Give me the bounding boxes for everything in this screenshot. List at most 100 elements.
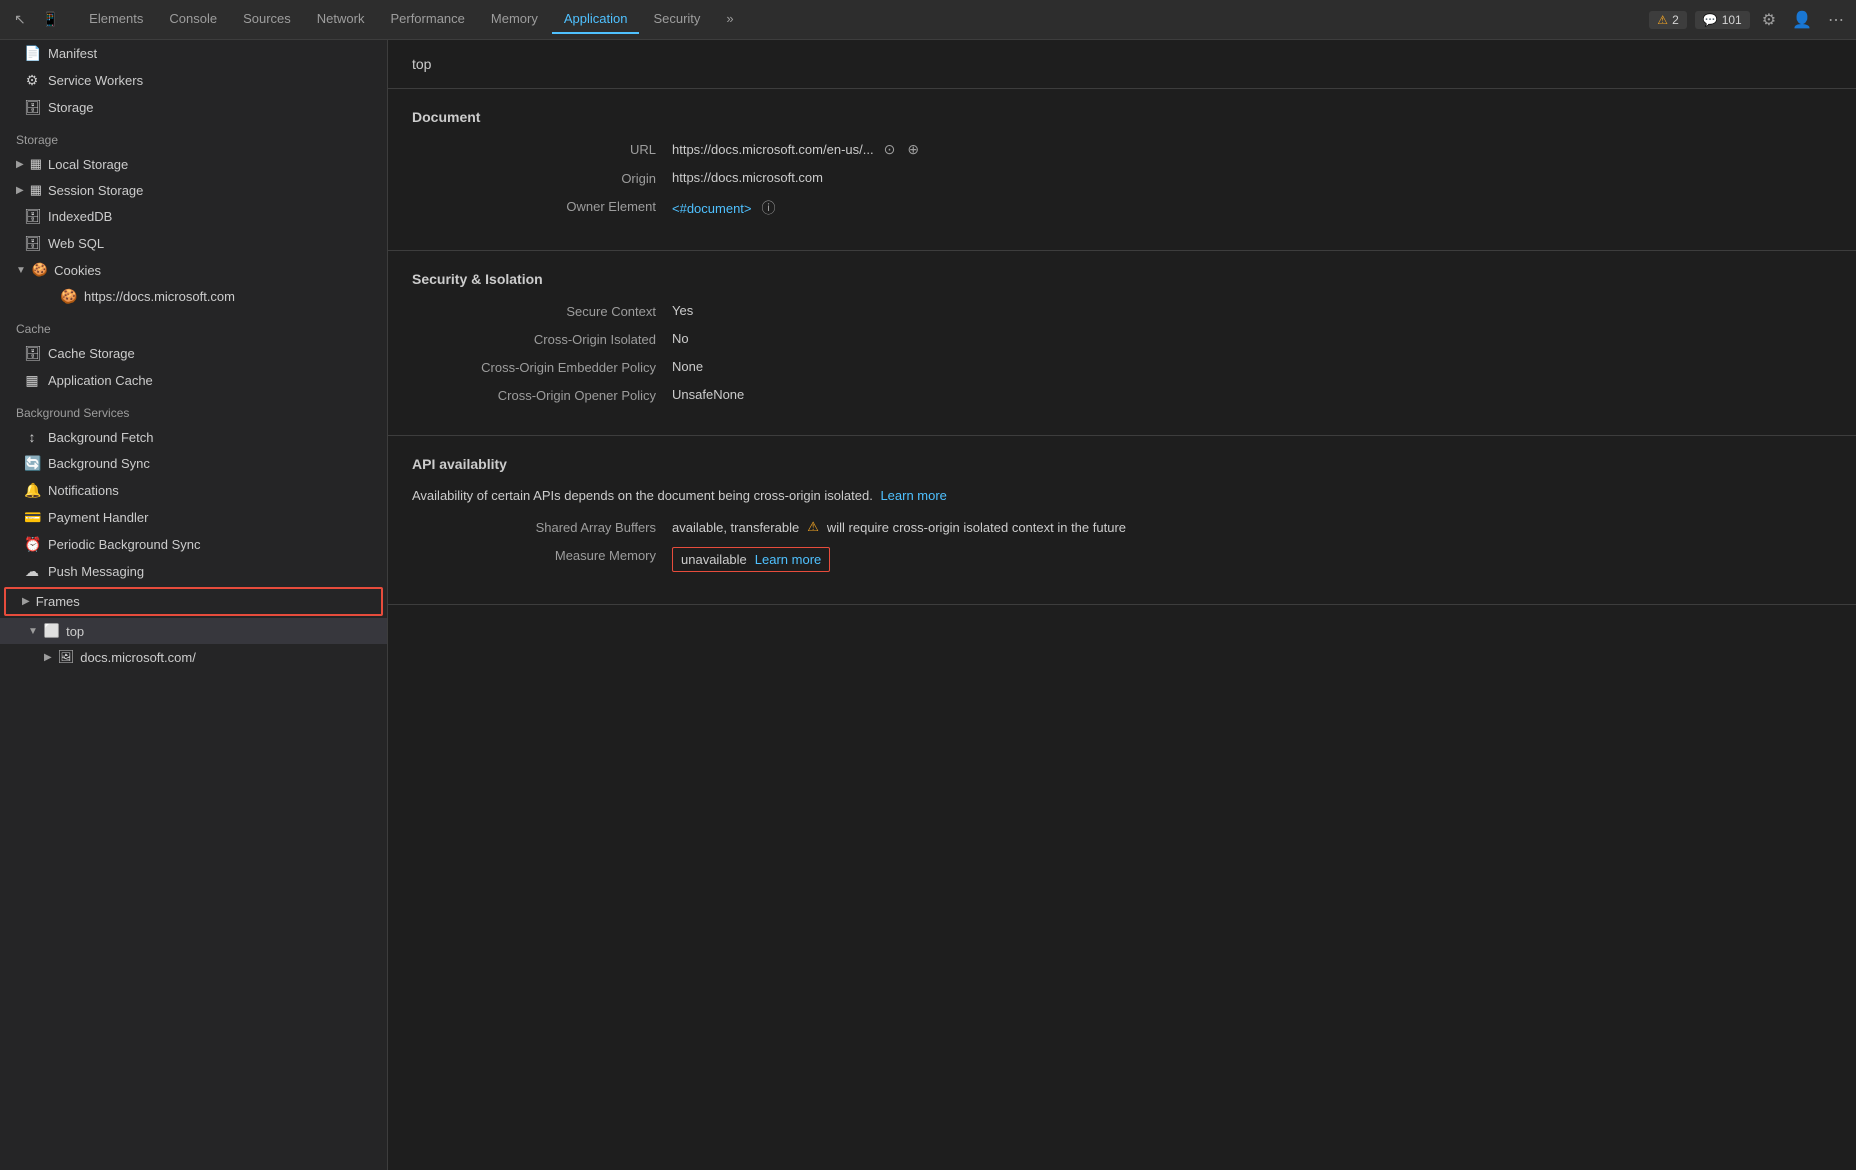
more-button[interactable]: ⋯ <box>1824 6 1848 34</box>
tab-console[interactable]: Console <box>157 5 229 34</box>
sidebar-label-local-storage: Local Storage <box>48 157 128 172</box>
tab-network[interactable]: Network <box>305 5 377 34</box>
sidebar: 📄 Manifest ⚙ Service Workers 🗄 Storage S… <box>0 40 388 1170</box>
url-row: URL https://docs.microsoft.com/en-us/...… <box>412 141 1832 158</box>
cross-origin-isolated-row: Cross-Origin Isolated No <box>412 331 1832 347</box>
periodic-bg-sync-icon: ⏰ <box>24 536 40 553</box>
cross-origin-embedder-row: Cross-Origin Embedder Policy None <box>412 359 1832 375</box>
cookies-chevron: ▼ <box>16 265 26 276</box>
page-title: top <box>412 56 431 72</box>
session-storage-icon: ▦ <box>30 182 42 198</box>
cross-origin-opener-label: Cross-Origin Opener Policy <box>412 387 672 403</box>
sidebar-item-background-fetch[interactable]: ↕ Background Fetch <box>0 424 387 450</box>
sidebar-label-push-messaging: Push Messaging <box>48 564 144 579</box>
api-learn-more-link[interactable]: Learn more <box>880 488 946 503</box>
sidebar-item-cookies[interactable]: ▼ 🍪 Cookies <box>0 257 387 283</box>
sidebar-item-background-sync[interactable]: 🔄 Background Sync <box>0 450 387 477</box>
cross-origin-opener-value: UnsafeNone <box>672 387 744 402</box>
url-open-icon[interactable]: ⊕ <box>905 141 921 158</box>
toolbar-right: ⚠ 2 💬 101 ⚙ 👤 ⋯ <box>1649 6 1848 34</box>
sidebar-label-service-workers: Service Workers <box>48 73 143 88</box>
measure-memory-value: unavailable Learn more <box>672 547 830 572</box>
sidebar-label-cache-storage: Cache Storage <box>48 346 135 361</box>
sidebar-item-indexeddb[interactable]: 🗄 IndexedDB <box>0 203 387 230</box>
sidebar-item-push-messaging[interactable]: ☁ Push Messaging <box>0 558 387 585</box>
api-section: API availablity Availability of certain … <box>388 436 1856 605</box>
secure-context-row: Secure Context Yes <box>412 303 1832 319</box>
sidebar-item-service-workers[interactable]: ⚙ Service Workers <box>0 67 387 94</box>
frames-top-label: top <box>66 624 84 639</box>
shared-buffers-value: available, transferable ⚠ will require c… <box>672 519 1126 535</box>
owner-value: <#document> ⓘ <box>672 198 778 218</box>
tab-performance[interactable]: Performance <box>378 5 476 34</box>
owner-info-icon[interactable]: ⓘ <box>760 198 778 218</box>
measure-memory-link[interactable]: Learn more <box>755 552 821 567</box>
owner-link[interactable]: <#document> <box>672 201 752 216</box>
security-section: Security & Isolation Secure Context Yes … <box>388 251 1856 436</box>
frames-sub-item[interactable]: ▶ 🖼 docs.microsoft.com/ <box>0 644 387 670</box>
measure-memory-label: Measure Memory <box>412 547 672 563</box>
sidebar-label-session-storage: Session Storage <box>48 183 143 198</box>
local-storage-icon: ▦ <box>30 156 42 172</box>
tab-elements[interactable]: Elements <box>77 5 155 34</box>
messages-icon: 💬 <box>1703 13 1718 27</box>
cache-storage-icon: 🗄 <box>24 345 40 362</box>
sidebar-label-manifest: Manifest <box>48 46 97 61</box>
messages-badge[interactable]: 💬 101 <box>1695 11 1750 29</box>
sidebar-label-web-sql: Web SQL <box>48 236 104 251</box>
measure-memory-status: unavailable <box>681 552 747 567</box>
profile-button[interactable]: 👤 <box>1788 6 1816 34</box>
tab-application[interactable]: Application <box>552 5 640 34</box>
url-copy-icon[interactable]: ⊙ <box>882 141 898 158</box>
content: top Document URL https://docs.microsoft.… <box>388 40 1856 1170</box>
manifest-icon: 📄 <box>24 45 40 62</box>
frames-top-item[interactable]: ▼ ⬜ top <box>0 618 387 644</box>
owner-row: Owner Element <#document> ⓘ <box>412 198 1832 218</box>
sidebar-item-session-storage[interactable]: ▶ ▦ Session Storage <box>0 177 387 203</box>
toolbar: ↖ 📱 Elements Console Sources Network Per… <box>0 0 1856 40</box>
sidebar-item-application-cache[interactable]: ▦ Application Cache <box>0 367 387 394</box>
service-workers-icon: ⚙ <box>24 72 40 89</box>
settings-button[interactable]: ⚙ <box>1758 6 1780 34</box>
indexeddb-icon: 🗄 <box>24 208 40 225</box>
sidebar-label-storage: Storage <box>48 100 94 115</box>
device-icon[interactable]: 📱 <box>36 7 65 32</box>
sidebar-label-periodic-bg-sync: Periodic Background Sync <box>48 537 200 552</box>
web-sql-icon: 🗄 <box>24 235 40 252</box>
storage-icon: 🗄 <box>24 99 40 116</box>
warnings-badge[interactable]: ⚠ 2 <box>1649 11 1686 29</box>
cursor-icon[interactable]: ↖ <box>8 7 32 32</box>
document-section-title: Document <box>412 109 1832 125</box>
sidebar-item-cache-storage[interactable]: 🗄 Cache Storage <box>0 340 387 367</box>
sidebar-item-periodic-bg-sync[interactable]: ⏰ Periodic Background Sync <box>0 531 387 558</box>
secure-context-label: Secure Context <box>412 303 672 319</box>
tab-sources[interactable]: Sources <box>231 5 303 34</box>
cross-origin-isolated-label: Cross-Origin Isolated <box>412 331 672 347</box>
sidebar-item-web-sql[interactable]: 🗄 Web SQL <box>0 230 387 257</box>
cookies-icon: 🍪 <box>32 262 48 278</box>
sidebar-item-payment-handler[interactable]: 💳 Payment Handler <box>0 504 387 531</box>
sidebar-item-local-storage[interactable]: ▶ ▦ Local Storage <box>0 151 387 177</box>
origin-value: https://docs.microsoft.com <box>672 170 823 185</box>
warning-icon: ⚠ <box>1657 13 1668 27</box>
frames-sub-chevron: ▶ <box>44 652 52 663</box>
sidebar-item-storage[interactable]: 🗄 Storage <box>0 94 387 121</box>
sidebar-item-manifest[interactable]: 📄 Manifest <box>0 40 387 67</box>
sidebar-label-cookies-child: https://docs.microsoft.com <box>84 289 235 304</box>
storage-section-header: Storage <box>0 121 387 151</box>
tab-memory[interactable]: Memory <box>479 5 550 34</box>
tab-more[interactable]: » <box>714 5 745 34</box>
frames-header[interactable]: ▶ Frames <box>4 587 383 616</box>
session-storage-chevron: ▶ <box>16 185 24 196</box>
shared-buffers-row: Shared Array Buffers available, transfer… <box>412 519 1832 535</box>
frames-sub-label: docs.microsoft.com/ <box>80 650 196 665</box>
background-fetch-icon: ↕ <box>24 429 40 445</box>
frames-sub-icon: 🖼 <box>58 649 75 665</box>
tab-security[interactable]: Security <box>641 5 712 34</box>
sidebar-label-payment-handler: Payment Handler <box>48 510 148 525</box>
url-value: https://docs.microsoft.com/en-us/... ⊙ ⊕ <box>672 141 921 158</box>
url-label: URL <box>412 141 672 157</box>
security-section-title: Security & Isolation <box>412 271 1832 287</box>
sidebar-item-cookies-child[interactable]: 🍪 https://docs.microsoft.com <box>0 283 387 310</box>
sidebar-item-notifications[interactable]: 🔔 Notifications <box>0 477 387 504</box>
